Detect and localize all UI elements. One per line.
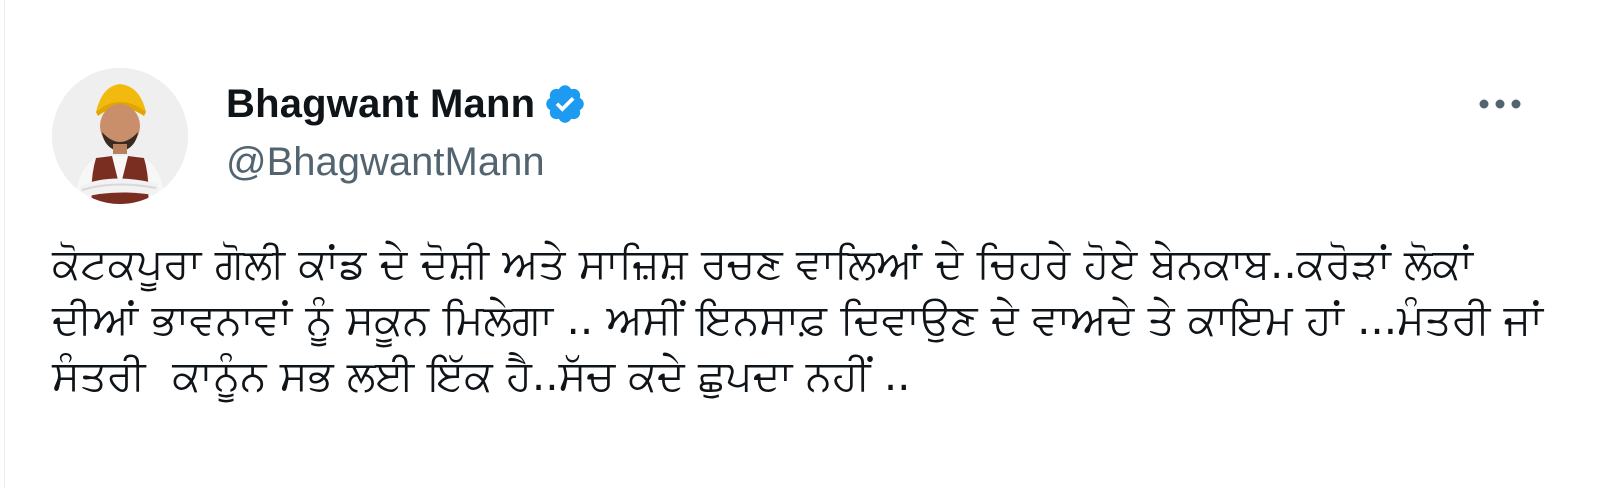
display-name[interactable]: Bhagwant Mann: [226, 78, 535, 130]
more-options-icon: [1479, 99, 1521, 109]
tweet-card[interactable]: Bhagwant Mann @BhagwantMann ਕੋਟਕਪੂਰਾ ਗੋਲ…: [0, 0, 1600, 488]
verified-badge-icon[interactable]: [543, 82, 587, 126]
user-handle[interactable]: @BhagwantMann: [226, 134, 1426, 190]
tweet-header: Bhagwant Mann @BhagwantMann: [226, 78, 1426, 198]
name-row: Bhagwant Mann: [226, 78, 1426, 130]
avatar-image: [52, 68, 188, 204]
tweet-text: ਕੋਟਕਪੂਰਾ ਗੋਲੀ ਕਾਂਡ ਦੇ ਦੋਸ਼ੀ ਅਤੇ ਸਾਜ਼ਿਸ਼ …: [52, 239, 1557, 400]
more-options-button[interactable]: [1470, 84, 1530, 124]
avatar[interactable]: [52, 68, 188, 204]
